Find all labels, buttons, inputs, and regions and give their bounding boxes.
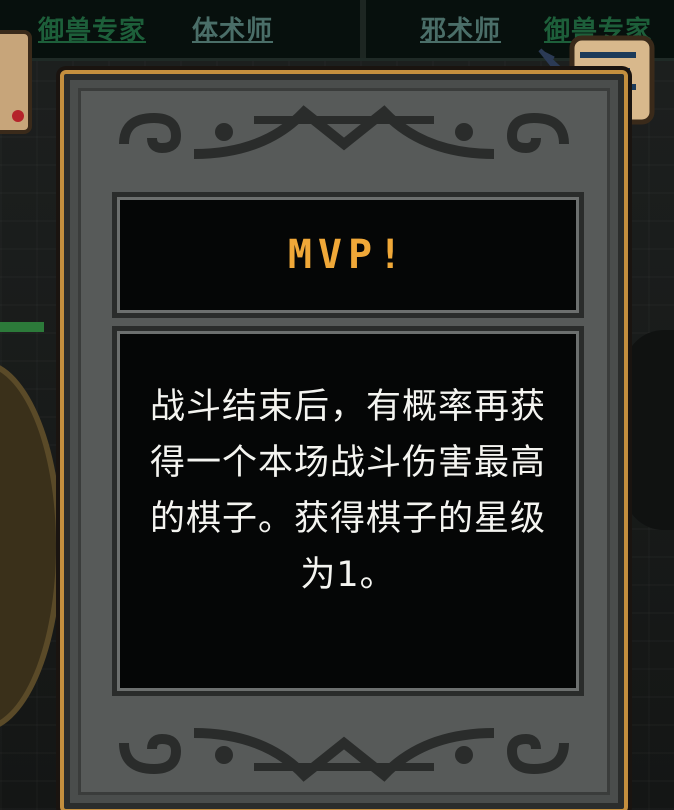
swirl-ornament-bottom xyxy=(119,728,569,782)
trait-tag-beast-expert-left[interactable]: 御兽专家 xyxy=(38,10,146,47)
modal-title: MVP! xyxy=(287,232,409,278)
swirl-ornament-top xyxy=(119,105,569,159)
health-bar-fragment xyxy=(0,322,44,332)
game-screen: 御兽专家 体术师 邪术师 御兽专家 MVP! 战斗结束后，有概率再获得一个本场战… xyxy=(0,0,674,810)
mvp-tooltip-card: MVP! 战斗结束后，有概率再获得一个本场战斗伤害最高的棋子。获得棋子的星级为1… xyxy=(60,70,628,810)
scroll-icon-left[interactable] xyxy=(0,30,32,134)
trait-tag-body-master[interactable]: 体术师 xyxy=(192,10,273,47)
trait-divider xyxy=(360,0,366,58)
title-panel: MVP! xyxy=(112,192,584,318)
board-shadow-fragment xyxy=(624,330,674,530)
wax-seal-icon xyxy=(12,110,24,122)
modal-description: 战斗结束后，有概率再获得一个本场战斗伤害最高的棋子。获得棋子的星级为1。 xyxy=(149,387,546,595)
trait-tag-warlock[interactable]: 邪术师 xyxy=(420,10,501,47)
description-panel: 战斗结束后，有概率再获得一个本场战斗伤害最高的棋子。获得棋子的星级为1。 xyxy=(112,326,584,696)
